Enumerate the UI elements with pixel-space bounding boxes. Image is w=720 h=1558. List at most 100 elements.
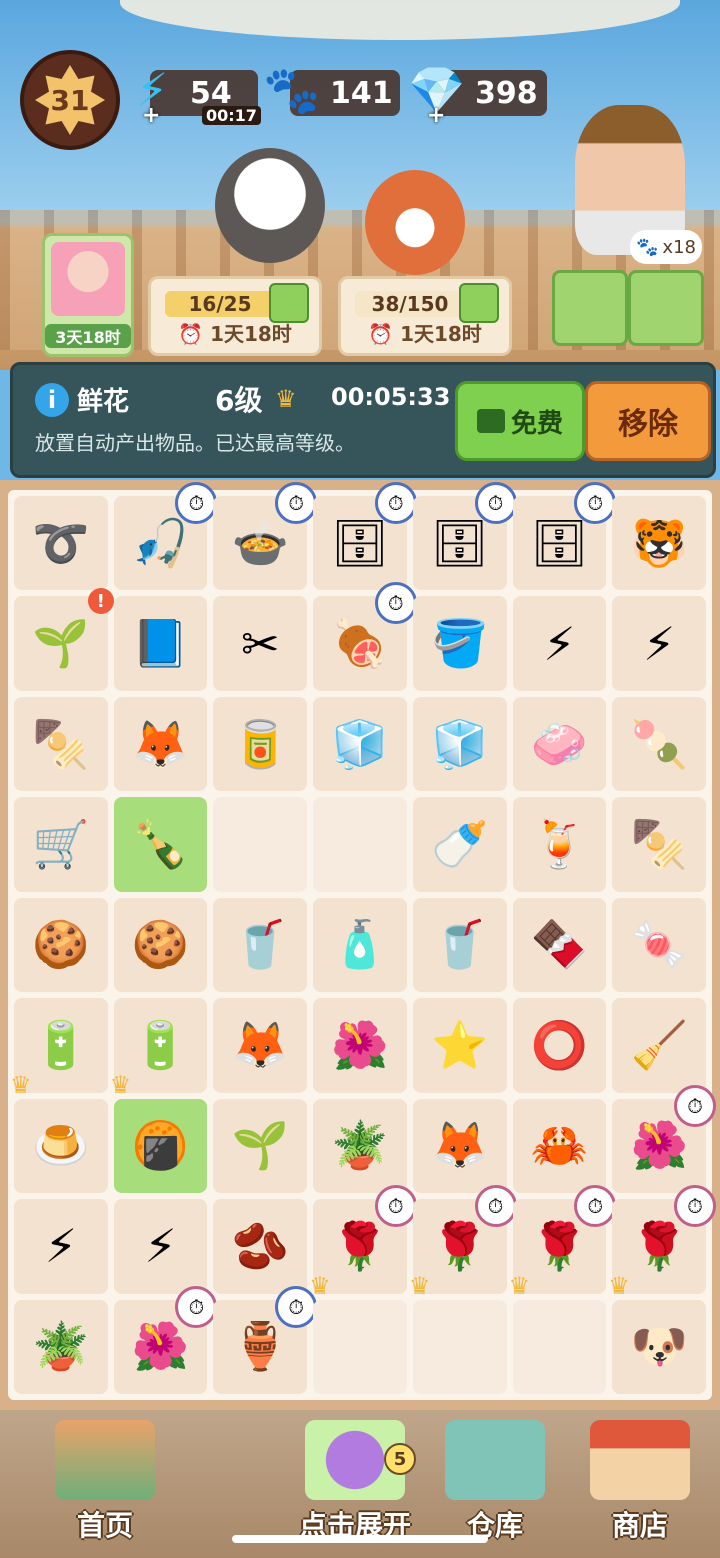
board-cell[interactable]: 🏺 ⏱ xyxy=(213,1285,318,1394)
board-cell[interactable]: 🌹 ⏱ ♛ xyxy=(509,1185,617,1300)
wheelbarrow-icon: 🛒 xyxy=(32,817,90,872)
request-slot-cookies[interactable] xyxy=(628,270,704,346)
broom-icon: 🧹 xyxy=(630,1017,688,1072)
free-button-label: 免费 xyxy=(510,408,563,439)
board-cell[interactable]: 🍫 xyxy=(512,897,607,993)
fox-character xyxy=(365,170,465,275)
board-cell[interactable]: 🍹 xyxy=(512,797,607,892)
board-cell[interactable]: 🦀 xyxy=(512,1098,607,1194)
diamond-icon: 💎 + xyxy=(408,62,466,129)
board-cell[interactable]: ⭕ xyxy=(512,998,607,1093)
item-timer: 00:05:33 xyxy=(331,383,451,411)
board-cell[interactable]: 🍲 ⏱ xyxy=(213,482,318,591)
nav-shop[interactable]: 商店 xyxy=(565,1420,715,1542)
board-cell[interactable]: ➰ xyxy=(14,496,108,591)
board-cell[interactable]: 🔋 ♛ xyxy=(110,998,208,1099)
board-cell[interactable]: 🦊 xyxy=(113,696,208,792)
empty-cell[interactable] xyxy=(313,797,407,892)
board-cell[interactable]: 🛒 xyxy=(14,797,108,892)
board-cell[interactable]: 🌹 ⏱ ♛ xyxy=(409,1185,517,1300)
board-cell[interactable]: 🗄 ⏱ xyxy=(313,482,417,591)
remove-button[interactable]: 移除 xyxy=(585,381,711,461)
board-cell[interactable]: 🔋 ♛ xyxy=(10,998,108,1099)
request-slot-cup[interactable] xyxy=(552,270,628,346)
board-cell[interactable]: 🍪 xyxy=(113,897,208,993)
player-level-badge[interactable]: 31 xyxy=(20,50,120,150)
board-cell[interactable]: ✂ xyxy=(213,596,308,691)
board-cell[interactable]: 🧹 xyxy=(612,998,706,1093)
info-icon[interactable]: i xyxy=(35,383,69,417)
board-cell[interactable]: ⚡ xyxy=(612,596,706,691)
sprout-icon: 🌱 xyxy=(32,616,90,671)
board-cell[interactable]: 🌺 xyxy=(313,998,407,1093)
board-cell[interactable]: 🦊 xyxy=(213,998,308,1093)
board-cell[interactable]: 🫘 xyxy=(213,1199,308,1294)
board-cell[interactable]: 🥤 xyxy=(213,897,308,993)
board-cell[interactable]: 🍮 xyxy=(14,1098,108,1194)
order-timer: ⏰ 1天18时 xyxy=(368,322,482,346)
board-cell[interactable]: 🧼 xyxy=(512,696,607,792)
paint-bucket-icon: 🪣 xyxy=(431,616,489,671)
board-cell[interactable]: 🍢 xyxy=(14,696,108,792)
board-cell[interactable]: 🌹 ⏱ ♛ xyxy=(309,1185,417,1300)
board-cell[interactable]: 🍼 xyxy=(412,797,507,892)
board-cell[interactable]: 🐯 xyxy=(612,496,706,591)
potted-sapling-icon: 🪴 xyxy=(331,1118,389,1173)
board-cell[interactable]: 🌱 xyxy=(213,1098,308,1194)
board-cell[interactable]: 🌱! xyxy=(14,588,114,691)
board-cell[interactable]: ⚡ xyxy=(113,1199,208,1294)
board-cell[interactable]: 🍪 xyxy=(14,897,108,993)
board-cell[interactable]: ⚡ xyxy=(512,596,607,691)
soap-icon: 🧼 xyxy=(530,716,589,771)
paw-count: x18 xyxy=(662,236,696,258)
board-cell[interactable]: 🍾 xyxy=(113,797,208,892)
order-card-cat[interactable]: 16/25 ⏰ 1天18时 xyxy=(148,276,322,356)
empty-cell[interactable] xyxy=(213,797,308,892)
board-cell[interactable]: 📘 xyxy=(113,596,208,691)
stopwatch-icon: ⏱ xyxy=(275,482,318,524)
nav-warehouse[interactable]: 仓库 xyxy=(420,1420,570,1542)
stopwatch-icon: ⏱ xyxy=(474,482,517,524)
board-cell[interactable]: ⚡ xyxy=(14,1199,108,1294)
paw-counter[interactable]: 🐾 141 xyxy=(263,63,400,117)
board-cell[interactable]: 🗄 ⏱ xyxy=(512,482,617,591)
empty-cell[interactable] xyxy=(512,1299,607,1394)
board-cell[interactable]: 🧊 xyxy=(313,696,407,792)
board-cell[interactable]: 🎣 ⏱ xyxy=(113,482,218,591)
home-indicator[interactable] xyxy=(232,1535,488,1543)
board-cell[interactable]: 🌺 ⏱ xyxy=(113,1285,218,1394)
board-cell[interactable]: ⭐ xyxy=(412,998,507,1093)
paw-coin-icon: 🐾 xyxy=(263,62,321,117)
nav-home[interactable]: 首页 xyxy=(30,1420,180,1542)
board-cell[interactable]: 🦊 xyxy=(412,1098,507,1194)
board-cell[interactable]: 🧴 xyxy=(313,897,407,993)
board-cell[interactable]: 🥤 xyxy=(412,897,507,993)
nav-home-label: 首页 xyxy=(76,1509,133,1542)
item-name: 鲜花 xyxy=(77,387,130,417)
crown-icon: ♛ xyxy=(508,1271,531,1300)
board-cell[interactable]: 🍘 xyxy=(113,1098,208,1194)
empty-cell[interactable] xyxy=(313,1299,407,1394)
gem-counter[interactable]: 💎 + 398 xyxy=(408,63,547,128)
energy-counter[interactable]: ⚡ + 54 00:17 xyxy=(136,63,261,128)
board-cell[interactable]: 🪴 xyxy=(14,1299,108,1394)
empty-cell[interactable] xyxy=(412,1299,507,1394)
board-cell[interactable]: 🧊 xyxy=(412,696,507,792)
board-cell[interactable]: 🗄 ⏱ xyxy=(412,482,517,591)
customer-avatar-card[interactable]: 3天18时 xyxy=(42,233,134,357)
board-cell[interactable]: 🍡 xyxy=(612,696,706,792)
free-button[interactable]: 免费 xyxy=(455,381,585,461)
jelly-drink-icon: 🍹 xyxy=(530,817,589,872)
board-cell[interactable]: 🐶 xyxy=(612,1299,706,1394)
order-card-fox[interactable]: 38/150 ⏰ 1天18时 xyxy=(338,276,512,356)
board-cell[interactable]: 🍢 xyxy=(612,797,706,892)
board-cell[interactable]: 🪴 xyxy=(313,1098,407,1194)
board-cell[interactable]: 🪣 xyxy=(412,596,507,691)
board-cell[interactable]: 🍬 xyxy=(612,897,706,993)
nav-expand[interactable]: 点击展开 xyxy=(280,1420,430,1542)
board-cell[interactable]: 🌹 ⏱ ♛ xyxy=(608,1185,716,1300)
avatar xyxy=(51,242,125,316)
board-cell[interactable]: 🌺 ⏱ xyxy=(612,1084,716,1194)
board-cell[interactable]: 🍖 ⏱ xyxy=(313,582,417,691)
board-cell[interactable]: 🥫 xyxy=(213,696,308,792)
